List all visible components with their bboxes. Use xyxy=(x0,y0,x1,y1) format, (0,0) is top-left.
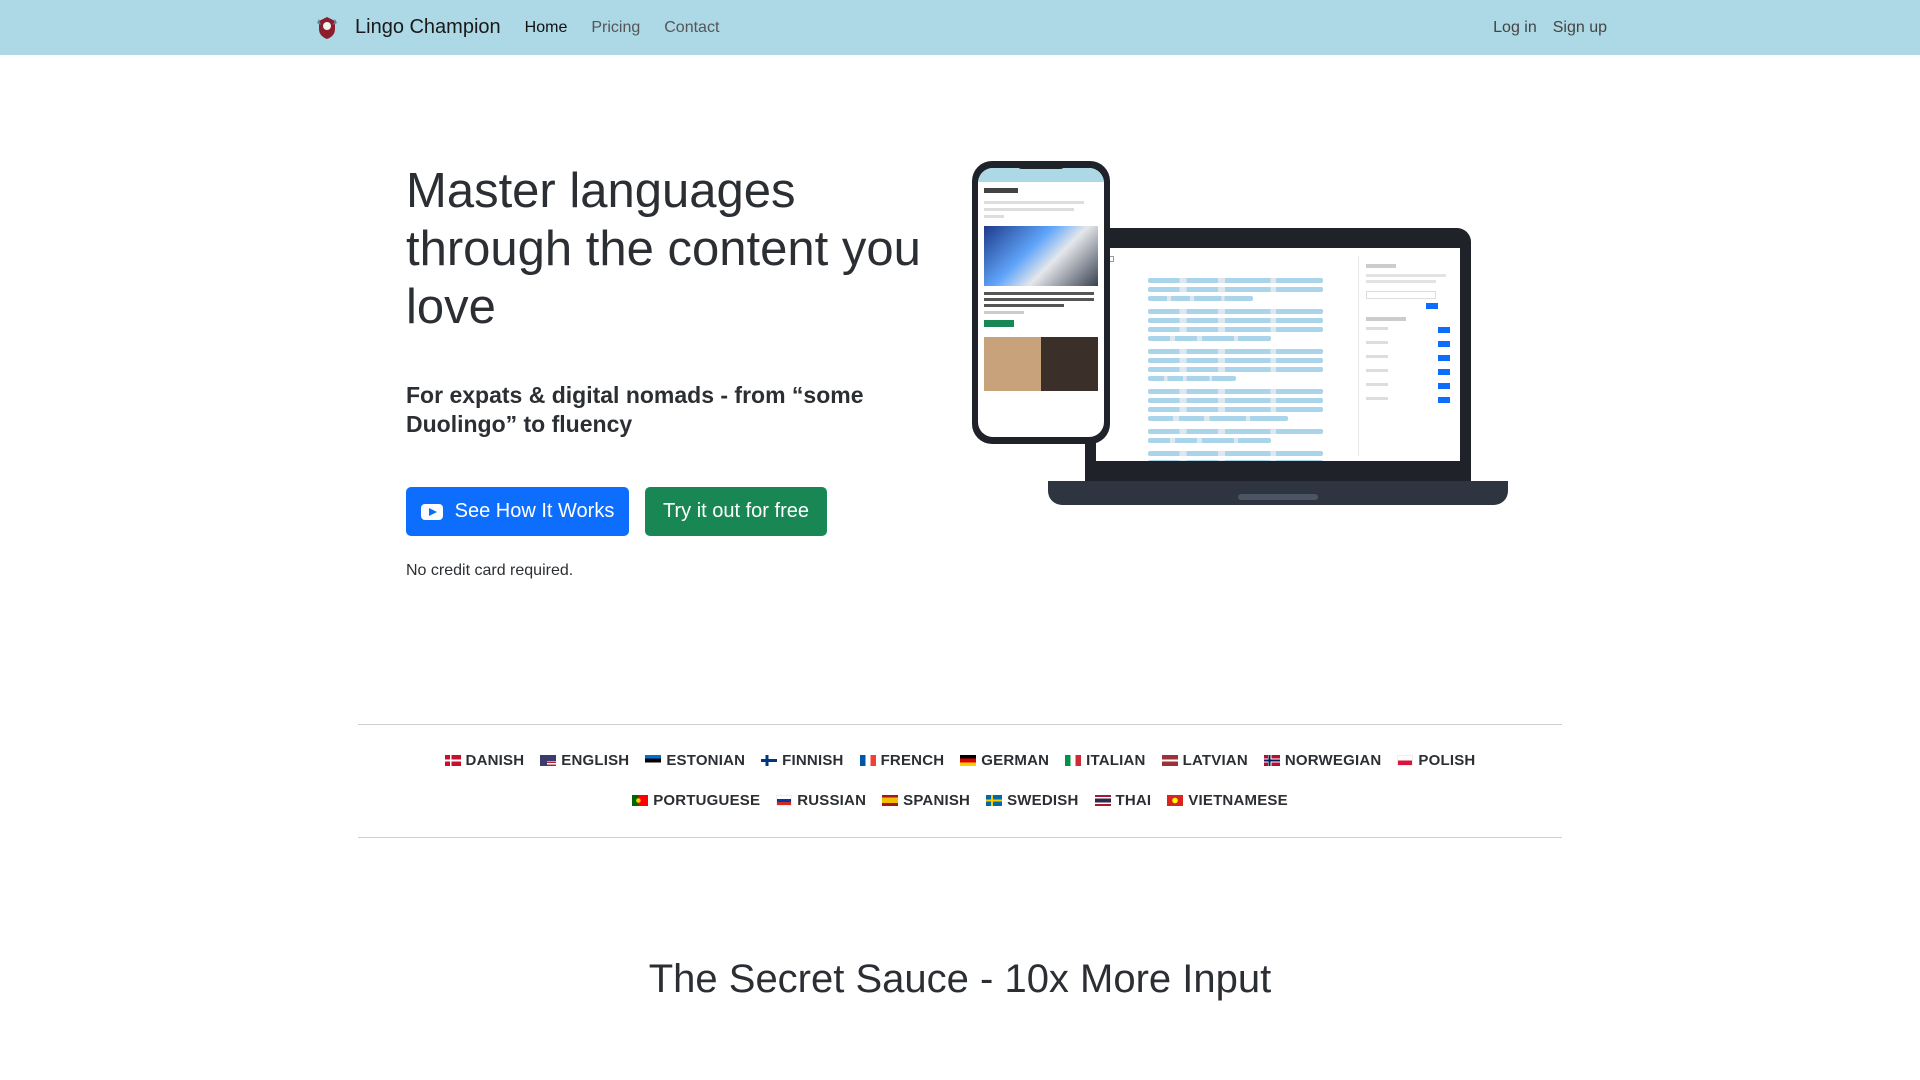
hero-title: Master languages through the content you… xyxy=(406,164,921,334)
flag-spanish-icon xyxy=(882,795,899,806)
phone-screen-image xyxy=(978,168,1104,437)
try-free-button[interactable]: Try it out for free xyxy=(645,487,827,536)
language-danish[interactable]: DANISH xyxy=(444,752,525,769)
divider-top xyxy=(358,724,1562,725)
language-spanish[interactable]: SPANISH xyxy=(882,792,970,809)
brand-name[interactable]: Lingo Champion xyxy=(355,16,501,39)
flag-norwegian-icon xyxy=(1263,755,1280,766)
languages-row-2: PORTUGUESE RUSSIAN SPANISH SWEDISH THAI … xyxy=(358,792,1562,809)
flag-english-icon xyxy=(540,755,557,766)
section-title: The Secret Sauce - 10x More Input xyxy=(648,957,1272,1001)
article-text-image xyxy=(1148,278,1323,461)
language-swedish[interactable]: SWEDISH xyxy=(986,792,1078,809)
nav-link-home[interactable]: Home xyxy=(525,19,568,37)
divider-bottom xyxy=(358,837,1562,838)
language-portuguese[interactable]: PORTUGUESE xyxy=(632,792,760,809)
flag-italian-icon xyxy=(1065,755,1082,766)
flag-german-icon xyxy=(960,755,977,766)
language-finnish[interactable]: FINNISH xyxy=(761,752,843,769)
flag-latvian-icon xyxy=(1161,755,1178,766)
language-english[interactable]: ENGLISH xyxy=(540,752,629,769)
news-image-people xyxy=(984,337,1098,391)
flag-finnish-icon xyxy=(761,755,778,766)
language-latvian[interactable]: LATVIAN xyxy=(1161,752,1248,769)
no-credit-card-note: No credit card required. xyxy=(406,562,574,579)
nav-link-pricing[interactable]: Pricing xyxy=(591,19,640,37)
flag-danish-icon xyxy=(444,755,461,766)
see-how-it-works-label: See How It Works xyxy=(454,500,615,522)
flag-swedish-icon xyxy=(986,795,1003,806)
flag-french-icon xyxy=(859,755,876,766)
language-estonian[interactable]: ESTONIAN xyxy=(645,752,745,769)
see-how-it-works-button[interactable]: See How It Works xyxy=(406,487,629,536)
language-thai[interactable]: THAI xyxy=(1094,792,1152,809)
language-polish[interactable]: POLISH xyxy=(1397,752,1475,769)
language-russian[interactable]: RUSSIAN xyxy=(776,792,866,809)
flag-estonian-icon xyxy=(645,755,662,766)
laptop-screen-image xyxy=(1096,248,1460,461)
language-italian[interactable]: ITALIAN xyxy=(1065,752,1145,769)
languages-row-1: DANISH ENGLISH ESTONIAN FINNISH FRENCH G… xyxy=(358,752,1562,769)
laptop-base xyxy=(1048,481,1508,505)
flag-polish-icon xyxy=(1397,755,1414,766)
flag-vietnamese-icon xyxy=(1167,795,1184,806)
logo-icon[interactable] xyxy=(313,14,341,42)
flag-thai-icon xyxy=(1094,795,1111,806)
language-vietnamese[interactable]: VIETNAMESE xyxy=(1167,792,1288,809)
flag-portuguese-icon xyxy=(632,795,649,806)
language-norwegian[interactable]: NORWEGIAN xyxy=(1263,752,1382,769)
login-link[interactable]: Log in xyxy=(1493,19,1537,37)
navbar: Lingo Champion Home Pricing Contact Log … xyxy=(0,0,1920,55)
try-free-label: Try it out for free xyxy=(663,500,809,522)
nav-link-contact[interactable]: Contact xyxy=(664,19,719,37)
youtube-icon xyxy=(420,503,443,520)
news-image-sports xyxy=(984,226,1098,286)
signup-link[interactable]: Sign up xyxy=(1553,19,1607,37)
navbar-inner: Lingo Champion Home Pricing Contact Log … xyxy=(313,0,1607,55)
language-german[interactable]: GERMAN xyxy=(960,752,1049,769)
hero-subtitle: For expats & digital nomads - from “some… xyxy=(406,382,864,437)
nav-auth-links: Log in Sign up xyxy=(1493,19,1607,37)
translation-panel-image xyxy=(1366,264,1450,403)
language-french[interactable]: FRENCH xyxy=(859,752,945,769)
flag-russian-icon xyxy=(776,795,793,806)
